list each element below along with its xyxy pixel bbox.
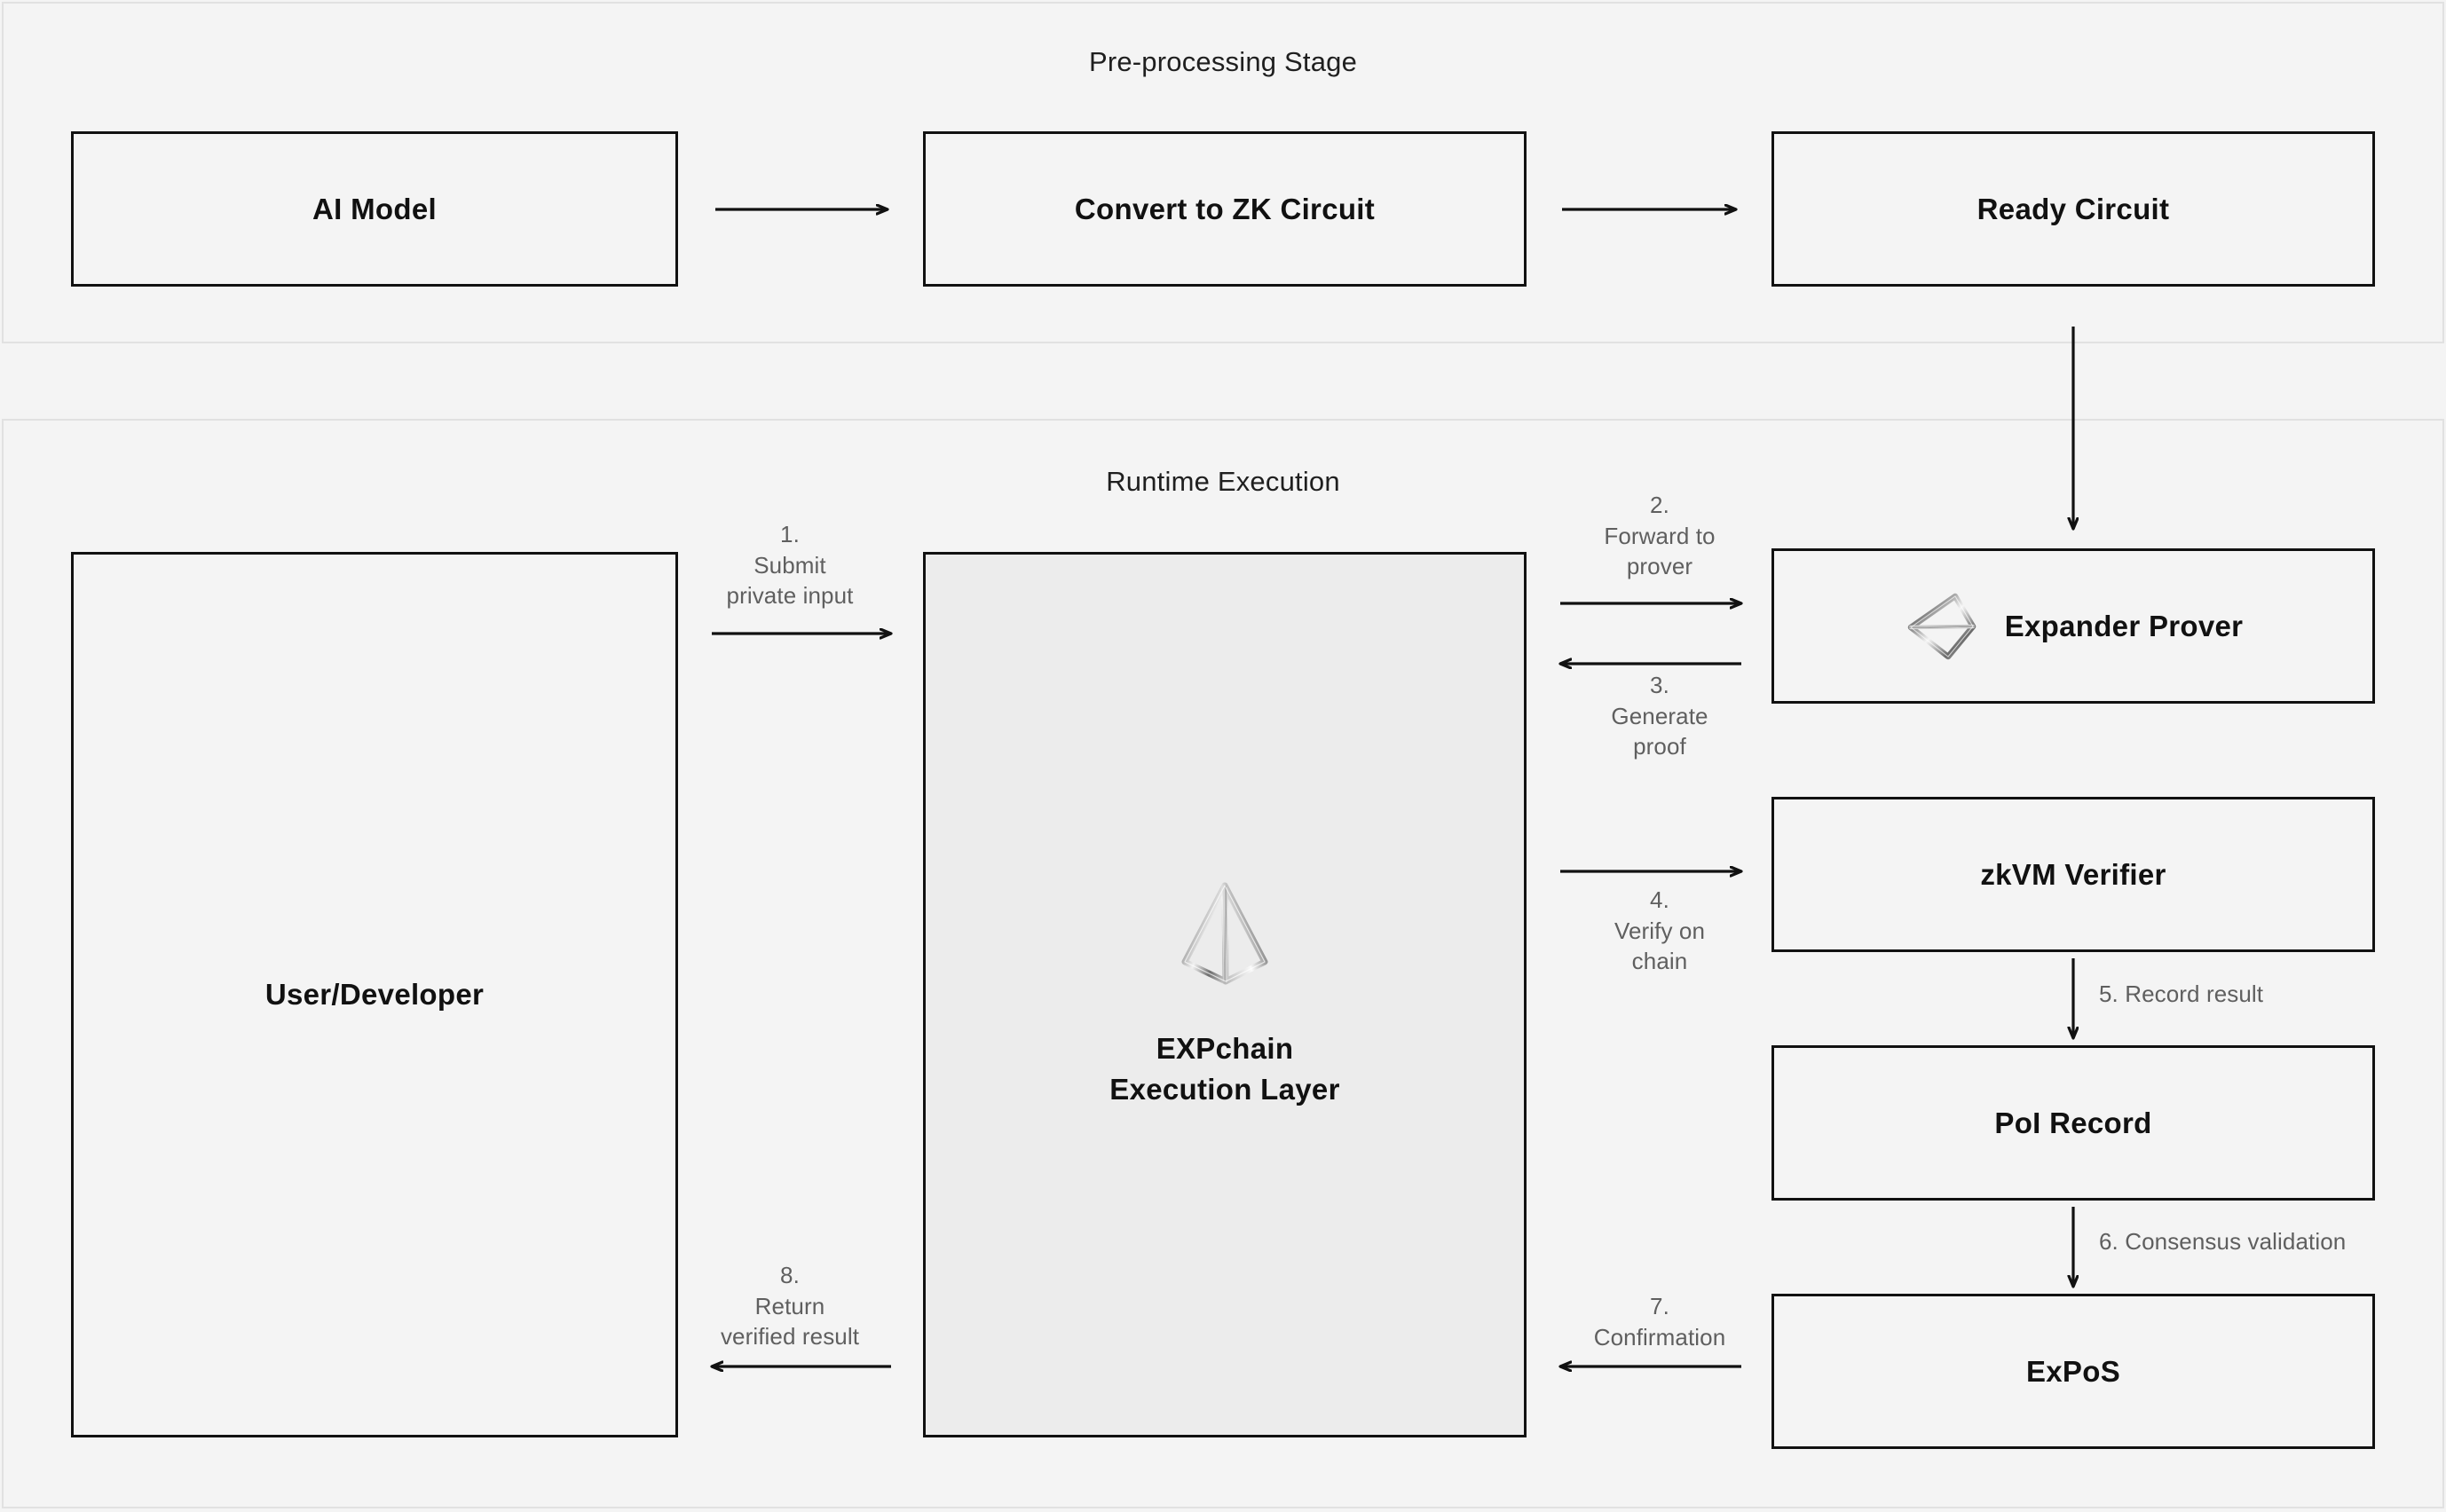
edge-label-step6: 6. Consensus validation	[2099, 1228, 2347, 1255]
node-ai-model[interactable]: AI Model	[71, 131, 678, 287]
node-expos-label: ExPoS	[2025, 1354, 2121, 1388]
diagram-canvas: Pre-processing Stage AI Model Convert to…	[0, 0, 2446, 1512]
node-zkvm-verifier-label: zkVM Verifier	[1980, 857, 2166, 891]
node-ai-model-label: AI Model	[312, 192, 437, 225]
edge-label-step8: 8. Return verified result	[720, 1262, 860, 1351]
node-zkvm-verifier[interactable]: zkVM Verifier	[1771, 797, 2375, 952]
edge-label-step3: 3. Generate proof	[1611, 672, 1708, 760]
edge-label-step7: 7. Confirmation	[1593, 1293, 1726, 1351]
node-expchain-label-line1: EXPchain	[1156, 1031, 1294, 1065]
edge-label-step1: 1. Submit private input	[726, 521, 854, 610]
node-expos[interactable]: ExPoS	[1771, 1294, 2375, 1449]
node-poi-record[interactable]: PoI Record	[1771, 1045, 2375, 1201]
node-expander-prover-label: Expander Prover	[2004, 609, 2244, 642]
node-expchain-label-line2: Execution Layer	[1109, 1072, 1340, 1106]
tetrahedron-logo-icon	[1176, 880, 1274, 991]
preprocessing-stage-title: Pre-processing Stage	[1088, 46, 1358, 77]
node-convert-to-zk-circuit-label: Convert to ZK Circuit	[1074, 192, 1376, 225]
runtime-execution-title: Runtime Execution	[1106, 466, 1340, 497]
node-user-developer-label: User/Developer	[264, 978, 485, 1012]
node-ready-circuit[interactable]: Ready Circuit	[1771, 131, 2375, 287]
edge-label-step2: 2. Forward to prover	[1604, 492, 1716, 580]
tetrahedron-side-logo-icon	[1904, 588, 1980, 665]
node-poi-record-label: PoI Record	[1994, 1106, 2152, 1139]
edge-label-step5: 5. Record result	[2099, 980, 2264, 1007]
node-user-developer[interactable]: User/Developer	[71, 552, 678, 1437]
node-convert-to-zk-circuit[interactable]: Convert to ZK Circuit	[923, 131, 1527, 287]
node-expchain-execution-layer[interactable]: EXPchain Execution Layer	[923, 552, 1527, 1437]
node-ready-circuit-label: Ready Circuit	[1977, 192, 2170, 225]
node-expander-prover[interactable]: Expander Prover	[1771, 548, 2375, 704]
edge-label-step4: 4. Verify on chain	[1614, 886, 1706, 975]
